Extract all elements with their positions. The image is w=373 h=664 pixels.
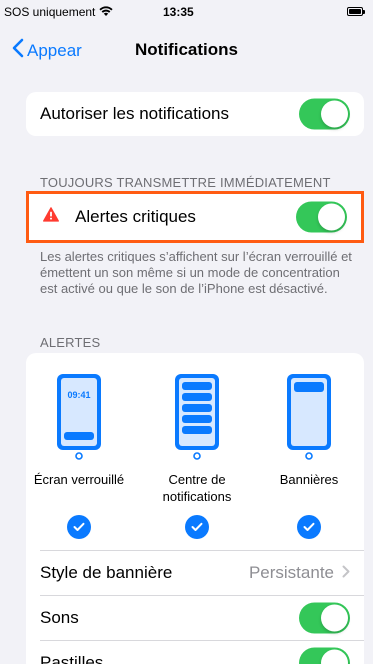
notification-center-checkmark[interactable] [185, 515, 209, 539]
critical-alerts-toggle[interactable] [296, 201, 347, 233]
warning-icon [43, 207, 59, 227]
allow-notifications-card: Autoriser les notifications [26, 92, 364, 136]
sounds-row: Sons [26, 596, 364, 640]
status-left: SOS uniquement [4, 5, 113, 19]
banner-style-value: Persistante [248, 563, 334, 582]
banners-checkmark[interactable] [297, 515, 321, 539]
banner-style-value-group: Persistante [249, 563, 350, 583]
lock-screen-time: 09:41 [67, 390, 90, 400]
banners-phone-icon [287, 374, 331, 460]
back-label: Appear [27, 40, 82, 60]
checkmark-icon [191, 522, 203, 531]
banner-style-row[interactable]: Style de bannière Persistante [26, 551, 364, 595]
critical-alerts-row: Alertes critiques [26, 191, 364, 243]
badges-label: Pastilles [40, 653, 104, 664]
sounds-toggle[interactable] [299, 602, 350, 634]
alerts-section-header: ALERTES [40, 335, 101, 350]
critical-alerts-label: Alertes critiques [75, 207, 196, 226]
checkmark-icon [73, 522, 85, 531]
status-bar: SOS uniquement 13:35 [0, 0, 373, 22]
back-button[interactable]: Appear [12, 38, 82, 63]
sounds-label: Sons [40, 608, 79, 627]
lock-screen-label: Écran verrouillé [33, 472, 125, 487]
navigation-bar: Appear Notifications [0, 36, 373, 64]
alert-option-lock-screen[interactable]: 09:41 Écran verrouillé [24, 373, 134, 539]
notification-center-label: Centre de notifications [162, 472, 232, 504]
lock-screen-phone-icon: 09:41 [57, 374, 101, 460]
banners-label: Bannières [279, 472, 339, 487]
allow-notifications-toggle[interactable] [299, 98, 350, 130]
alert-option-notification-center[interactable]: Centre de notifications [142, 373, 252, 539]
alert-styles: 09:41 Écran verrouillé Centre de notific… [26, 373, 364, 543]
allow-notifications-label: Autoriser les notifications [40, 104, 229, 123]
alerts-card: 09:41 Écran verrouillé Centre de notific… [26, 353, 364, 664]
chevron-right-icon [342, 563, 350, 583]
checkmark-icon [303, 522, 315, 531]
allow-notifications-row: Autoriser les notifications [26, 92, 364, 136]
critical-alerts-footer: Les alertes critiques s’affichent sur l’… [40, 249, 352, 296]
battery-icon [347, 7, 365, 16]
status-time: 13:35 [163, 5, 194, 19]
critical-section-header: TOUJOURS TRANSMETTRE IMMÉDIATEMENT [40, 175, 331, 190]
badges-row: Pastilles [26, 641, 364, 664]
wifi-icon [99, 5, 113, 19]
chevron-left-icon [12, 38, 24, 63]
carrier-text: SOS uniquement [4, 5, 96, 19]
banner-style-label: Style de bannière [40, 563, 173, 582]
alert-option-banners[interactable]: Bannières [254, 373, 364, 539]
notification-center-phone-icon [175, 374, 219, 460]
lock-screen-checkmark[interactable] [67, 515, 91, 539]
badges-toggle[interactable] [299, 647, 350, 664]
